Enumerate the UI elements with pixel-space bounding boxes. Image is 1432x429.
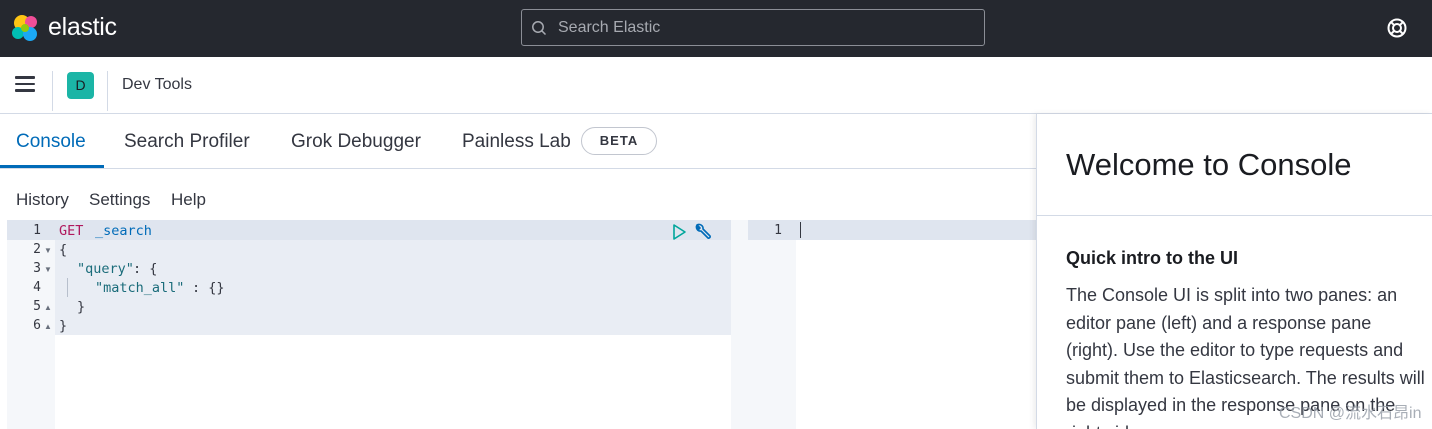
indent-guide [67,278,68,297]
active-tab-indicator [0,165,104,168]
request-path: _search [95,223,152,239]
code-line: : { [133,261,158,277]
request-editor[interactable]: 1 2 ▼ 3 ▼ 4 5 ▲ 6 ▲ GET _search { "query… [7,220,731,429]
fold-toggle-icon[interactable]: ▼ [44,265,52,274]
space-avatar[interactable]: D [67,72,94,99]
breadcrumb: Dev Tools [122,76,192,93]
divider [52,71,53,111]
tab-console[interactable]: Console [16,131,86,153]
response-gutter [748,220,796,429]
global-search-field[interactable]: Search Elastic [521,9,985,46]
tab-search-profiler[interactable]: Search Profiler [124,131,250,153]
beta-badge: BETA [581,127,657,155]
line-number: 2 [33,242,41,257]
wrench-icon[interactable] [693,222,713,242]
elastic-logo[interactable] [11,13,41,43]
play-icon[interactable] [671,223,687,241]
tab-grok-debugger[interactable]: Grok Debugger [291,131,421,153]
text-cursor [800,222,801,238]
tab-painless-lab[interactable]: Painless Lab [462,131,571,153]
settings-button[interactable]: Settings [89,190,150,210]
line-number: 1 [774,223,782,238]
help-button[interactable]: Help [171,190,206,210]
fold-end-icon: ▲ [44,303,52,312]
line-number: 1 [33,223,41,238]
history-button[interactable]: History [16,190,69,210]
divider [107,71,108,111]
divider [1037,215,1432,216]
line-number: 6 [33,318,41,333]
brand-name[interactable]: elastic [48,13,117,42]
code-line: } [77,299,86,315]
welcome-flyout: Welcome to Console Quick intro to the UI… [1036,114,1432,429]
flyout-subtitle: Quick intro to the UI [1066,248,1239,268]
fold-end-icon: ▲ [44,322,52,331]
global-header: elastic Search Elastic [0,0,1432,57]
menu-icon[interactable] [15,76,35,92]
code-key: "match_all" [95,280,185,296]
search-placeholder: Search Elastic [558,19,661,36]
pane-resizer[interactable] [731,220,748,429]
code-key: "query" [77,261,134,277]
app-subheader: D Dev Tools [0,57,1432,114]
watermark-text: CSDN @流水石昂in [1279,405,1422,422]
code-line: } [59,318,68,334]
code-line: { [59,242,68,258]
line-number: 3 [33,261,41,276]
search-icon [532,21,547,36]
fold-toggle-icon[interactable]: ▼ [44,246,52,255]
response-pane[interactable]: 1 [748,220,1036,429]
code-line: : {} [192,280,225,296]
flyout-title: Welcome to Console [1066,147,1352,182]
request-method: GET [59,223,84,239]
line-number: 5 [33,299,41,314]
dev-tools-tabs: Console Search Profiler Grok Debugger Pa… [0,114,1036,169]
help-icon[interactable] [1386,17,1408,39]
active-line-highlight [748,220,1036,240]
line-number: 4 [33,280,41,295]
